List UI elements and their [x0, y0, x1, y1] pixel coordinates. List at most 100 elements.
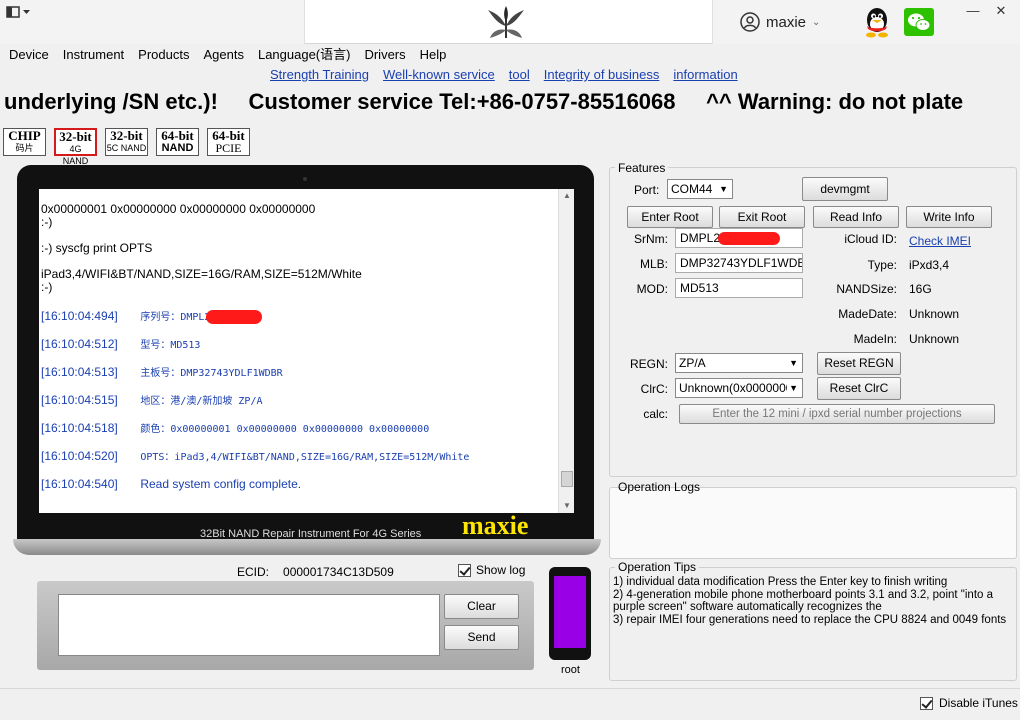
regn-label: REGN:	[630, 357, 669, 371]
dropdown-arrow-icon: ▼	[789, 358, 798, 368]
log-timestamp: [16:10:04:540]	[41, 477, 118, 491]
clrc-value: Unknown(0x0000000	[679, 381, 793, 395]
scroll-up-icon[interactable]: ▲	[559, 189, 574, 203]
close-button[interactable]: ✕	[990, 2, 1012, 20]
log-text: 主板号：DMP32743YDLF1WDBR	[140, 368, 283, 379]
clear-button[interactable]: Clear	[444, 594, 519, 619]
top-links: Strength Training Well-known service too…	[270, 66, 738, 84]
chip-option-title: 64-bit	[161, 128, 194, 143]
log-timestamp: [16:10:04:518]	[41, 421, 118, 435]
phone-mode-label: root	[561, 664, 580, 676]
chip-type-selector: CHIP 码片 32-bit 4G NAND 32-bit 5C NAND 64…	[3, 128, 250, 166]
wechat-icon[interactable]	[904, 8, 934, 36]
port-select[interactable]: COM44 ▼	[667, 179, 733, 199]
scroll-thumb[interactable]	[561, 471, 573, 487]
log-timestamp: [16:10:04:512]	[41, 337, 118, 351]
madedate-label: MadeDate:	[838, 307, 897, 321]
log-text: OPTS：iPad3,4/WIFI&BT/NAND,SIZE=16G/RAM,S…	[140, 452, 470, 463]
minimize-button[interactable]: —	[962, 2, 984, 20]
enter-root-button[interactable]: Enter Root	[627, 206, 713, 228]
madein-label: MadeIn:	[853, 332, 897, 346]
chip-option-64bit-nand[interactable]: 64-bit NAND	[156, 128, 199, 156]
regn-value: ZP/A	[679, 356, 706, 370]
menu-bar: Device Instrument Products Agents Langua…	[0, 45, 1020, 65]
menu-drivers[interactable]: Drivers	[359, 45, 410, 65]
log-timestamp: [16:10:04:520]	[41, 449, 118, 463]
menu-device[interactable]: Device	[4, 45, 54, 65]
user-menu[interactable]: maxie ⌄	[740, 12, 820, 32]
menu-instrument[interactable]: Instrument	[58, 45, 129, 65]
disable-itunes-checkbox[interactable]	[920, 696, 933, 710]
redaction-mark	[718, 232, 781, 246]
chip-option-32bit-4g-nand[interactable]: 32-bit 4G NAND	[54, 128, 97, 166]
laptop-brand: maxie	[462, 511, 529, 540]
menu-language[interactable]: Language(语言)	[253, 45, 356, 65]
type-value: iPxd3,4	[909, 258, 950, 272]
chip-option-64bit-pcie[interactable]: 64-bit PCIE	[207, 128, 250, 156]
log-line: :-)	[41, 215, 53, 229]
nandsize-value: 16G	[909, 282, 932, 296]
log-line: iPad3,4/WIFI&BT/NAND,SIZE=16G/RAM,SIZE=5…	[41, 267, 362, 281]
show-log-toggle[interactable]: Show log	[458, 563, 525, 577]
system-menu-icon[interactable]	[6, 6, 32, 18]
write-info-button[interactable]: Write Info	[906, 206, 992, 228]
exit-root-button[interactable]: Exit Root	[719, 206, 805, 228]
chip-option-subtitle: 4G NAND	[62, 144, 89, 166]
disable-itunes-label: Disable iTunes	[939, 696, 1018, 710]
ecid-value: 000001734C13D509	[283, 565, 394, 579]
reset-clrc-button[interactable]: Reset ClrC	[817, 377, 901, 400]
send-button[interactable]: Send	[444, 625, 519, 650]
devmgmt-button[interactable]: devmgmt	[802, 177, 888, 201]
log-text: 型号：MD513	[140, 340, 201, 351]
log-entry: [16:10:04:540] Read system config comple…	[41, 470, 555, 498]
scroll-down-icon[interactable]: ▼	[559, 499, 574, 513]
operation-tips-text: 1) individual data modification Press th…	[613, 576, 1017, 626]
chip-option-subtitle: 5C NAND	[106, 143, 147, 153]
link-well-known-service[interactable]: Well-known service	[383, 66, 495, 84]
calc-label: calc:	[643, 407, 668, 421]
chip-option-subtitle: PCIE	[215, 141, 242, 155]
regn-select[interactable]: ZP/A ▼	[675, 353, 803, 373]
log-timestamp: [16:10:04:515]	[41, 393, 118, 407]
show-log-checkbox[interactable]	[458, 563, 471, 577]
icloud-label: iCloud ID:	[844, 232, 897, 246]
scrolling-notice: underlying /SN etc.)! Customer service T…	[4, 89, 964, 114]
check-imei-link[interactable]: Check IMEI	[909, 232, 971, 250]
reset-regn-button[interactable]: Reset REGN	[817, 352, 901, 375]
chip-option-32bit-5c-nand[interactable]: 32-bit 5C NAND	[105, 128, 148, 156]
menu-products[interactable]: Products	[133, 45, 194, 65]
chip-option-subtitle: NAND	[161, 142, 194, 154]
status-bar	[0, 688, 1020, 720]
mlb-label: MLB:	[639, 257, 668, 271]
disable-itunes-toggle[interactable]: Disable iTunes	[920, 696, 1018, 710]
link-information[interactable]: information	[673, 66, 737, 84]
ecid-row: ECID: 000001734C13D509	[237, 565, 394, 579]
operation-logs-title: Operation Logs	[618, 480, 701, 494]
menu-help[interactable]: Help	[415, 45, 452, 65]
log-text: Read system config complete.	[140, 477, 302, 491]
clrc-select[interactable]: Unknown(0x0000000 ▼	[675, 378, 803, 398]
read-info-button[interactable]: Read Info	[813, 206, 899, 228]
tip-line: 1) individual data modification Press th…	[613, 576, 948, 588]
log-scrollbar[interactable]: ▲ ▼	[558, 189, 574, 513]
mod-label: MOD:	[636, 282, 668, 296]
title-bar: maxie ⌄ — ✕	[0, 0, 1020, 44]
qq-icon[interactable]	[862, 6, 892, 38]
device-log-screen[interactable]: 0x00000001 0x00000000 0x00000000 0x00000…	[39, 189, 574, 513]
dropdown-arrow-icon: ▼	[719, 184, 728, 194]
show-log-label: Show log	[476, 563, 526, 577]
link-strength-training[interactable]: Strength Training	[270, 66, 369, 84]
command-input[interactable]	[58, 594, 440, 656]
mod-field[interactable]: MD513	[675, 278, 803, 298]
tip-line: 2) 4-generation mobile phone motherboard…	[613, 588, 994, 614]
chip-option-chip[interactable]: CHIP 码片	[3, 128, 46, 156]
link-tool[interactable]: tool	[509, 66, 530, 84]
calc-button[interactable]: Enter the 12 mini / ipxd serial number p…	[679, 404, 995, 424]
log-line: :-) syscfg print OPTS	[41, 241, 153, 255]
link-integrity-of-business[interactable]: Integrity of business	[544, 66, 660, 84]
username: maxie	[766, 13, 807, 31]
srnm-field[interactable]: DMPL2	[675, 228, 803, 248]
log-text: 序列号：DMPL2	[140, 312, 211, 323]
mlb-field[interactable]: DMP32743YDLF1WDBR	[675, 253, 803, 273]
menu-agents[interactable]: Agents	[198, 45, 248, 65]
